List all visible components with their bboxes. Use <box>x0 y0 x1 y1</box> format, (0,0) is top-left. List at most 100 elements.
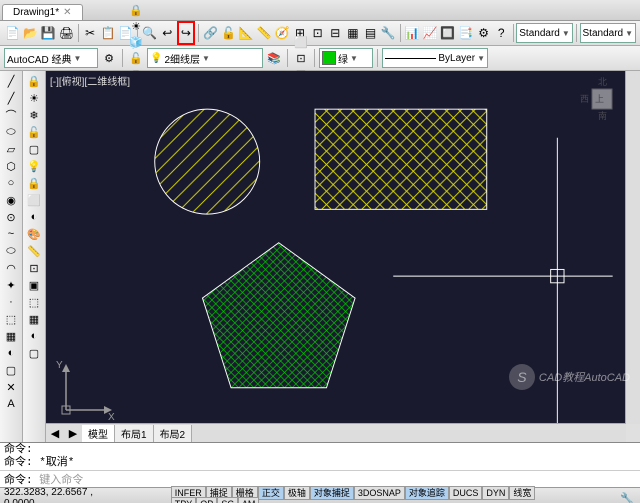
layer-btn-1[interactable]: ☀ <box>127 18 145 34</box>
toolbar-btn-17[interactable]: ⊟ <box>327 22 344 44</box>
draw-btn-13[interactable]: · <box>2 294 20 310</box>
style2-dropdown[interactable]: Standard▼ <box>580 23 637 43</box>
modify-btn-16[interactable]: ▢ <box>25 345 43 361</box>
draw-btn-14[interactable]: ⬚ <box>2 311 20 327</box>
toolbar-btn-22[interactable]: 📈 <box>421 22 438 44</box>
draw-btn-15[interactable]: ▦ <box>2 328 20 344</box>
modify-btn-5[interactable]: 💡 <box>25 158 43 174</box>
toolbar-btn-3[interactable]: 🖨 <box>58 22 75 44</box>
toolbar-btn-11[interactable]: 🔓 <box>220 22 237 44</box>
modify-btn-11[interactable]: ⊡ <box>25 260 43 276</box>
status-QP[interactable]: QP <box>196 497 217 503</box>
toolbar-btn-21[interactable]: 📊 <box>403 22 420 44</box>
layer-btn-3[interactable]: 🔓 <box>127 50 145 66</box>
status-3DOSNAP[interactable]: 3DOSNAP <box>354 486 405 500</box>
toolbar-btn-12[interactable]: 📐 <box>238 22 255 44</box>
draw-btn-5[interactable]: ⬡ <box>2 158 20 174</box>
toolbar-btn-13[interactable]: 📏 <box>256 22 273 44</box>
toolbar-btn-5[interactable]: 📋 <box>99 22 116 44</box>
viewcube[interactable]: 上 北 南 西 WCS <box>578 75 624 121</box>
draw-btn-10[interactable]: ⬭ <box>2 243 20 259</box>
toolbar-btn-16[interactable]: ⊡ <box>309 22 326 44</box>
layer-dropdown[interactable]: 💡 2细线层▼ <box>147 48 263 68</box>
draw-btn-1[interactable]: ╱ <box>2 90 20 106</box>
toolbar-btn-18[interactable]: ▦ <box>345 22 362 44</box>
color-dropdown[interactable]: 绿▼ <box>319 48 373 68</box>
viewport-label[interactable]: [-][俯视][二维线框] <box>50 73 130 88</box>
draw-btn-9[interactable]: ~ <box>2 226 20 242</box>
modify-btn-1[interactable]: ☀ <box>25 90 43 106</box>
modify-btn-4[interactable]: ▢ <box>25 141 43 157</box>
draw-btn-18[interactable]: ✕ <box>2 379 20 395</box>
toolbar-btn-10[interactable]: 🔗 <box>202 22 219 44</box>
modify-btn-14[interactable]: ▦ <box>25 311 43 327</box>
toolbar-btn-1[interactable]: 📂 <box>22 22 39 44</box>
modify-btn-15[interactable]: ◐ <box>25 328 43 344</box>
modify-btn-10[interactable]: 📏 <box>25 243 43 259</box>
layout-tab-0[interactable]: 模型 <box>82 425 115 442</box>
draw-btn-8[interactable]: ⊙ <box>2 209 20 225</box>
modify-btn-8[interactable]: ◐ <box>25 209 43 225</box>
status-AM[interactable]: AM <box>238 497 260 503</box>
linetype-dropdown[interactable]: ByLayer▼ <box>382 48 488 68</box>
modify-btn-7[interactable]: ⬜ <box>25 192 43 208</box>
modify-btn-13[interactable]: ⬚ <box>25 294 43 310</box>
draw-btn-16[interactable]: ◐ <box>2 345 20 361</box>
draw-btn-12[interactable]: ✦ <box>2 277 20 293</box>
status-极轴[interactable]: 极轴 <box>284 486 310 500</box>
toolbar-btn-0[interactable]: 📄 <box>4 22 21 44</box>
modify-btn-2[interactable]: ❄ <box>25 107 43 123</box>
draw-toolbar: ╱╱⌒⬭▱⬡○◉⊙~⬭◠✦·⬚▦◐▢✕A <box>0 71 23 442</box>
prop-btn-0[interactable]: ⬜ <box>292 34 310 50</box>
modify-btn-12[interactable]: ▣ <box>25 277 43 293</box>
status-tool-icon[interactable]: 🔧 <box>618 490 636 503</box>
toolbar-btn-8[interactable]: ↩ <box>159 22 176 44</box>
cmd-hist-line: 命令: <box>4 444 636 457</box>
status-线宽[interactable]: 线宽 <box>509 486 535 500</box>
toolbar-btn-24[interactable]: 📑 <box>457 22 474 44</box>
prop-btn-1[interactable]: ⊡ <box>292 50 310 66</box>
style1-dropdown[interactable]: Standard▼ <box>516 23 573 43</box>
toolbar-btn-26[interactable]: ? <box>493 22 510 44</box>
layer-tool-icon[interactable]: 📚 <box>265 50 283 66</box>
draw-btn-19[interactable]: A <box>2 396 20 412</box>
layout-tab-2[interactable]: 布局2 <box>154 425 193 442</box>
workspace-gear-icon[interactable]: ⚙ <box>100 50 118 66</box>
draw-btn-17[interactable]: ▢ <box>2 362 20 378</box>
toolbar-btn-25[interactable]: ⚙ <box>475 22 492 44</box>
draw-btn-4[interactable]: ▱ <box>2 141 20 157</box>
draw-btn-3[interactable]: ⬭ <box>2 124 20 140</box>
draw-btn-11[interactable]: ◠ <box>2 260 20 276</box>
toolbar-btn-9[interactable]: ↪ <box>177 21 196 45</box>
draw-btn-2[interactable]: ⌒ <box>2 107 20 123</box>
command-input[interactable]: 命令: 键入命令 <box>0 470 640 487</box>
toolbar-btn-14[interactable]: 🧭 <box>274 22 291 44</box>
tab-drawing1[interactable]: Drawing1* ✕ <box>2 4 83 20</box>
close-icon[interactable]: ✕ <box>63 7 71 18</box>
layer-btn-2[interactable]: 🧊 <box>127 34 145 50</box>
modify-btn-6[interactable]: 🔒 <box>25 175 43 191</box>
modify-btn-3[interactable]: 🔓 <box>25 124 43 140</box>
status-SC[interactable]: SC <box>217 497 238 503</box>
toolbar-btn-4[interactable]: ✂ <box>82 22 99 44</box>
scroll-right-icon[interactable]: ▶ <box>64 425 82 441</box>
layer-btn-0[interactable]: 🔒 <box>127 2 145 18</box>
layout-tab-1[interactable]: 布局1 <box>115 425 154 442</box>
status-DUCS[interactable]: DUCS <box>449 486 483 500</box>
scroll-left-icon[interactable]: ◀ <box>46 425 64 441</box>
status-对象追踪[interactable]: 对象追踪 <box>405 486 449 500</box>
status-DYN[interactable]: DYN <box>482 486 509 500</box>
status-TPY[interactable]: TPY <box>171 497 197 503</box>
modify-btn-9[interactable]: 🎨 <box>25 226 43 242</box>
workspace-dropdown[interactable]: AutoCAD 经典▼ <box>4 48 98 68</box>
toolbar-btn-23[interactable]: 🔲 <box>439 22 456 44</box>
status-正交[interactable]: 正交 <box>258 486 284 500</box>
draw-btn-0[interactable]: ╱ <box>2 73 20 89</box>
draw-btn-6[interactable]: ○ <box>2 175 20 191</box>
draw-btn-7[interactable]: ◉ <box>2 192 20 208</box>
modify-btn-0[interactable]: 🔒 <box>25 73 43 89</box>
toolbar-btn-19[interactable]: ▤ <box>362 22 379 44</box>
toolbar-btn-2[interactable]: 💾 <box>40 22 57 44</box>
toolbar-btn-20[interactable]: 🔧 <box>380 22 397 44</box>
status-对象捕捉[interactable]: 对象捕捉 <box>310 486 354 500</box>
